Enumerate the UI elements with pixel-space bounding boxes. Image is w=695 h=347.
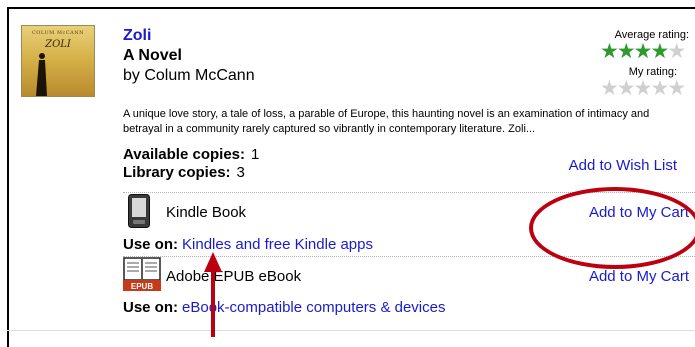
book-description: A unique love story, a tale of loss, a p…: [123, 108, 650, 135]
book-cover-image[interactable]: COLUM McCANN ZOLI: [21, 25, 95, 97]
average-rating-star-icon: ★: [667, 40, 686, 63]
average-rating-star-icon: ★: [616, 40, 636, 63]
add-to-wish-list-link[interactable]: Add to Wish List: [569, 157, 677, 174]
available-copies-label: Available copies:: [123, 146, 245, 163]
content-frame: [7, 7, 695, 347]
library-copies-value: 3: [236, 164, 245, 181]
my-rating-star-icon[interactable]: ★: [600, 77, 619, 100]
my-rating-star-icon[interactable]: ★: [667, 77, 686, 100]
epub-icon-text: EPUB: [131, 282, 153, 291]
cover-title: ZOLI: [45, 39, 71, 50]
annotation-circle: [529, 187, 695, 269]
my-rating-star-icon[interactable]: ★: [650, 77, 669, 100]
epub-icon: EPUB: [123, 257, 161, 291]
book-byline: by Colum McCann: [123, 67, 255, 84]
library-copies: Library copies: 3: [123, 164, 245, 181]
kindle-use-on: Use on: Kindles and free Kindle apps: [123, 236, 373, 253]
my-rating-star-icon[interactable]: ★: [634, 77, 653, 100]
add-to-cart-epub-button[interactable]: Add to My Cart: [589, 268, 689, 285]
available-copies-value: 1: [251, 146, 260, 163]
average-rating-star-icon: ★: [600, 40, 619, 63]
format-epub-name: Adobe EPUB eBook: [166, 268, 302, 285]
use-on-label: Use on:: [123, 236, 179, 253]
bottom-divider: [7, 330, 695, 331]
available-copies: Available copies: 1: [123, 146, 259, 163]
my-rating-stars[interactable]: ★★★★★: [600, 77, 686, 100]
kindle-apps-link[interactable]: Kindles and free Kindle apps: [182, 236, 373, 253]
library-copies-label: Library copies:: [123, 164, 231, 181]
average-rating-star-icon: ★: [650, 40, 669, 63]
my-rating-star-icon[interactable]: ★: [617, 77, 636, 100]
kindle-icon: [128, 194, 150, 228]
epub-use-on: Use on: eBook-compatible computers & devi…: [123, 299, 445, 316]
cover-author: COLUM McCANN: [31, 30, 84, 36]
cover-figure: [36, 53, 47, 96]
book-title-link[interactable]: Zoli: [123, 27, 151, 45]
use-on-label: Use on:: [123, 299, 179, 316]
format-kindle-name: Kindle Book: [166, 204, 247, 221]
ebook-devices-link[interactable]: eBook-compatible computers & devices: [182, 299, 445, 316]
average-rating-star-icon: ★: [633, 40, 653, 63]
book-subtitle: A Novel: [123, 47, 182, 64]
average-rating-stars: ★★★★★: [600, 40, 686, 63]
